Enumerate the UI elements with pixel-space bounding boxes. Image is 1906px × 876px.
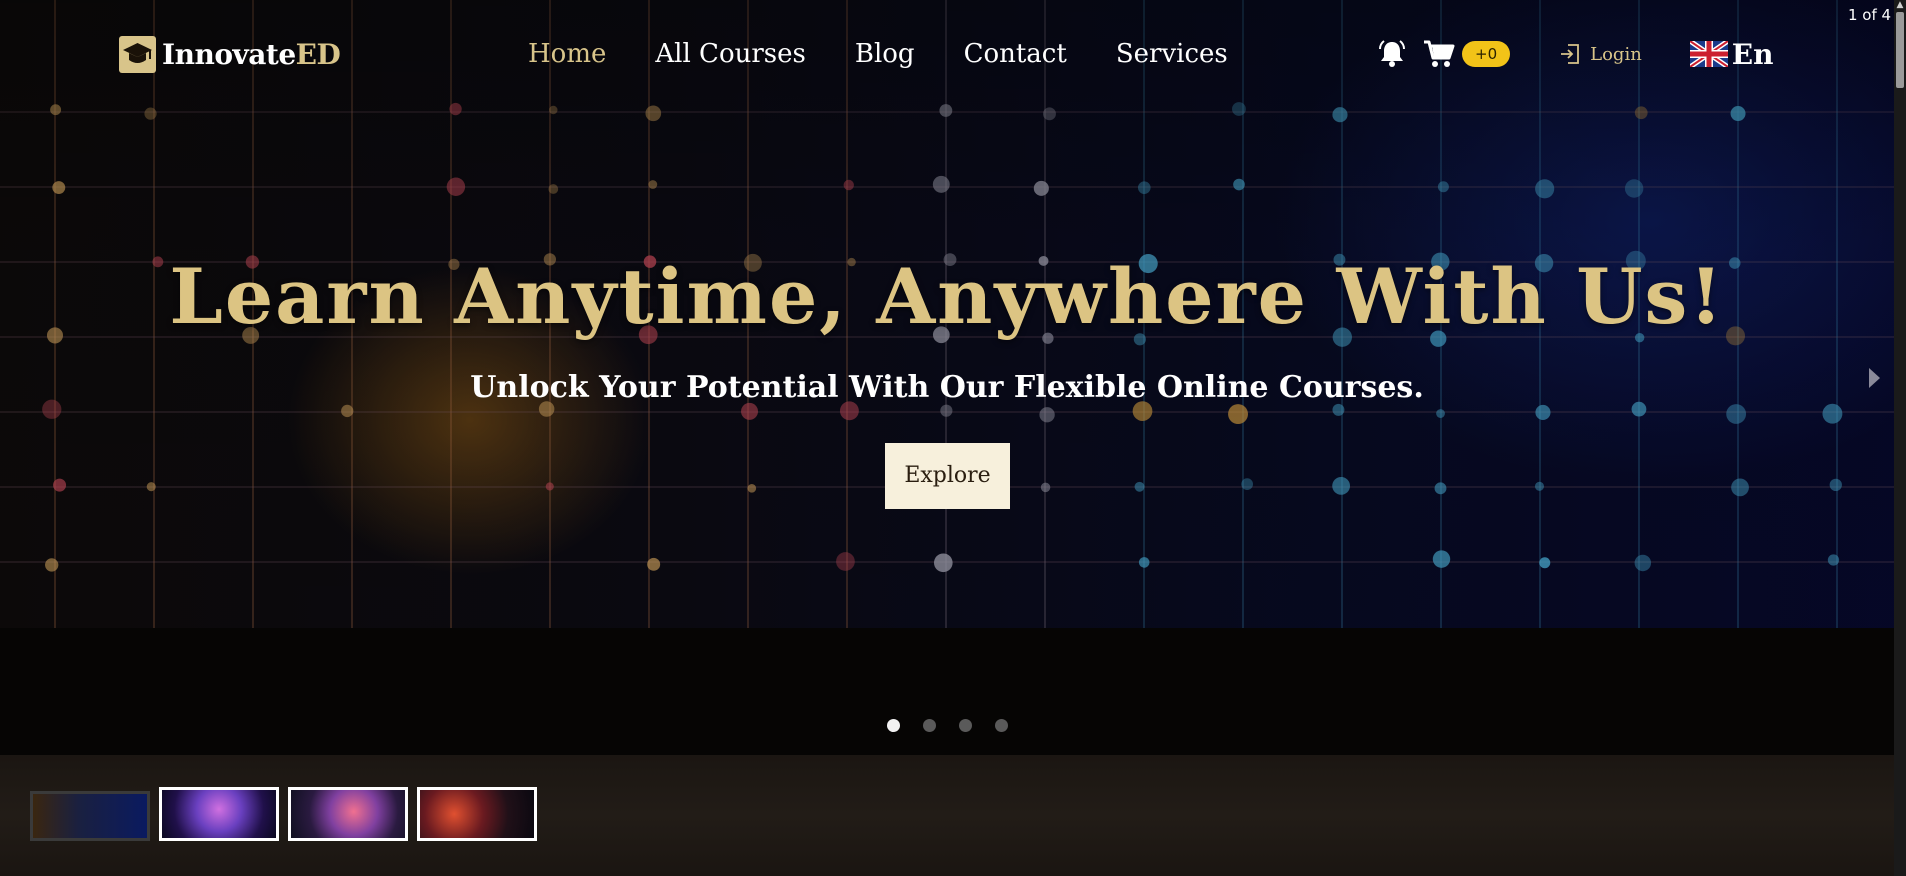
bell-icon[interactable] (1376, 38, 1408, 70)
brand-name-accent: ED (295, 37, 341, 71)
slide-thumbnail-2[interactable] (159, 787, 279, 841)
login-icon (1561, 44, 1580, 64)
language-selector[interactable]: En (1689, 37, 1774, 71)
scrollbar-thumb[interactable] (1896, 12, 1904, 88)
explore-button[interactable]: Explore (885, 443, 1010, 509)
language-label: En (1731, 37, 1774, 71)
login-label: Login (1590, 43, 1642, 65)
hero-subtitle: Unlock Your Potential With Our Flexible … (470, 370, 1424, 405)
slide-thumbnail-1[interactable] (30, 791, 150, 841)
hero-title: Learn Anytime, Anywhere With Us! (169, 252, 1725, 341)
slide-thumbnail-3[interactable] (288, 787, 408, 841)
slider-dot-2[interactable] (923, 719, 936, 732)
login-button[interactable]: Login (1558, 42, 1642, 66)
next-slide-arrow-icon[interactable] (1866, 364, 1882, 392)
slider-pagination-band (0, 628, 1894, 755)
nav-services[interactable]: Services (1116, 39, 1228, 69)
thumbnail-image (420, 790, 534, 838)
cart-count-badge: +0 (1462, 41, 1511, 67)
brand-name: InnovateED (162, 37, 341, 71)
navbar: InnovateED Home All Courses Blog Contact… (0, 0, 1906, 108)
brand-logo[interactable]: InnovateED (119, 34, 341, 74)
nav-home[interactable]: Home (528, 39, 606, 69)
slider-dot-3[interactable] (959, 719, 972, 732)
cart-icon[interactable] (1422, 38, 1456, 70)
page-scrollbar[interactable]: ▲ (1894, 0, 1906, 876)
graduation-cap-icon (119, 35, 156, 73)
header-actions: +0 Login En (1376, 34, 1774, 74)
nav-blog[interactable]: Blog (855, 39, 915, 69)
thumbnail-image (33, 794, 147, 838)
thumbnail-strip (0, 755, 1894, 876)
main-nav: Home All Courses Blog Contact Services (528, 34, 1277, 74)
scroll-up-arrow-icon[interactable]: ▲ (1895, 0, 1905, 10)
nav-contact[interactable]: Contact (964, 39, 1067, 69)
thumbnail-image (162, 790, 276, 838)
slider-dots (887, 719, 1031, 732)
brand-name-main: Innovate (162, 37, 296, 71)
thumbnail-image (291, 790, 405, 838)
slide-thumbnail-4[interactable] (417, 787, 537, 841)
nav-all-courses[interactable]: All Courses (655, 39, 805, 69)
uk-flag-icon (1689, 41, 1728, 67)
slider-dot-1[interactable] (887, 719, 900, 732)
slide-counter: 1 of 4 (1848, 6, 1892, 24)
slider-dot-4[interactable] (995, 719, 1008, 732)
